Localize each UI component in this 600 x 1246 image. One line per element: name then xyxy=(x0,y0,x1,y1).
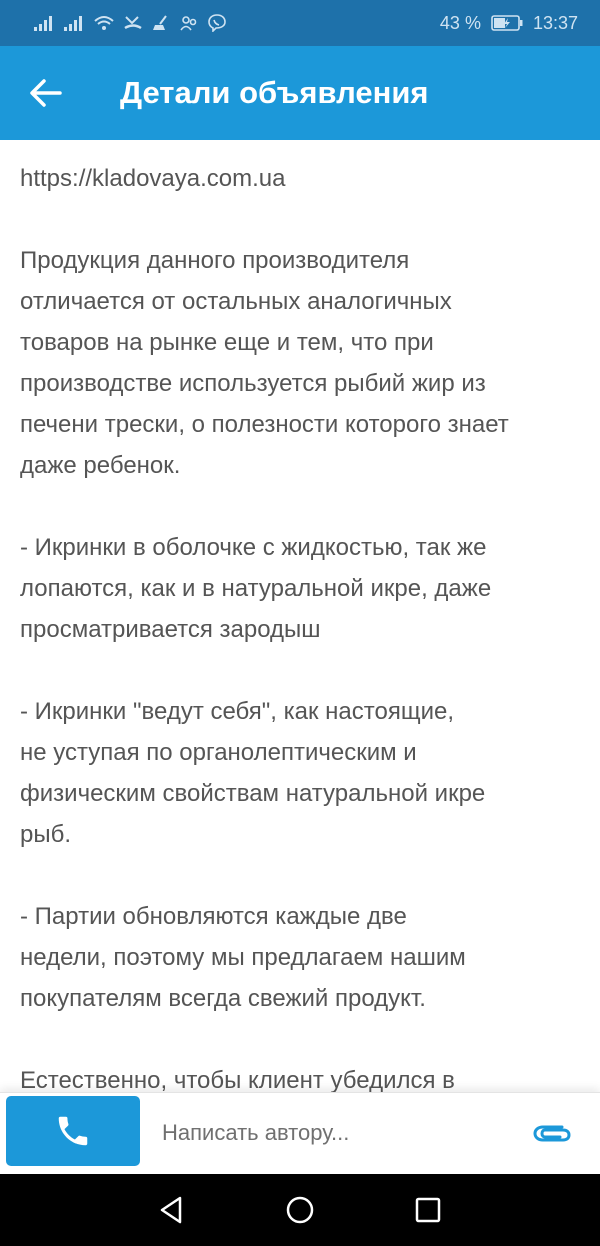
description-paragraph: Продукция данного производителя отличает… xyxy=(20,247,509,479)
message-input[interactable] xyxy=(160,1107,519,1159)
signal-icon xyxy=(34,16,52,31)
phone-icon xyxy=(58,1116,88,1146)
battery-charging-icon xyxy=(491,15,523,31)
signal-icon xyxy=(64,16,82,31)
nav-back-icon[interactable] xyxy=(156,1194,188,1226)
page-title: Детали объявления xyxy=(120,75,429,110)
wifi-icon xyxy=(94,16,114,30)
description-paragraph: - Партии обновляются каждые две недели, … xyxy=(20,903,466,1012)
clock: 13:37 xyxy=(532,13,578,33)
app-bar: Детали объявления xyxy=(0,46,600,140)
viber-icon xyxy=(208,14,226,32)
description-paragraph: - Икринки "ведут себя", как настоящие, н… xyxy=(20,698,486,848)
ad-description: https://kladovaya.com.ua Продукция данно… xyxy=(0,140,600,1092)
message-bar xyxy=(0,1092,600,1175)
nav-recents-icon[interactable] xyxy=(412,1194,444,1226)
paperclip-icon[interactable] xyxy=(532,1118,572,1148)
arrow-left-icon[interactable] xyxy=(28,76,64,110)
call-button[interactable] xyxy=(6,1096,140,1166)
people-icon xyxy=(180,16,197,31)
status-icons-right: 43 % 13:37 xyxy=(440,12,578,34)
nav-home-icon[interactable] xyxy=(284,1194,316,1226)
system-nav-bar xyxy=(0,1174,600,1246)
status-icons-left xyxy=(34,12,226,34)
broom-icon xyxy=(153,15,167,30)
description-paragraph: Естественно, чтобы клиент убедился в xyxy=(20,1067,455,1092)
description-paragraph: - Икринки в оболочке с жидкостью, так же… xyxy=(20,534,492,643)
battery-percent: 43 % xyxy=(439,13,481,33)
description-link[interactable]: https://kladovaya.com.ua xyxy=(0,158,590,199)
status-bar: 43 % 13:37 xyxy=(0,0,600,46)
missed-call-icon xyxy=(124,16,142,30)
